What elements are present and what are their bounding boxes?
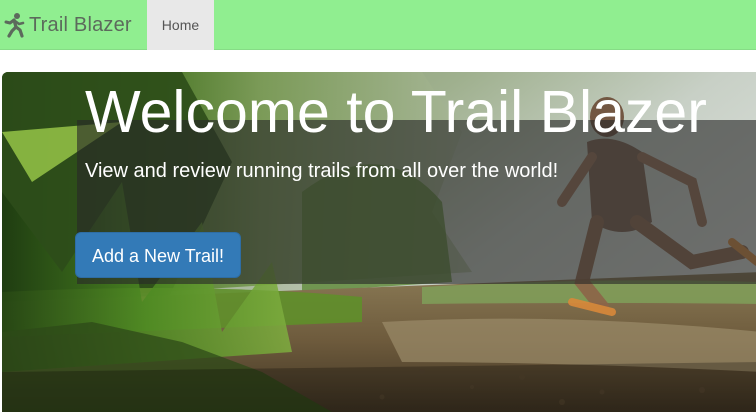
brand-link[interactable]: Trail Blazer (0, 0, 147, 50)
add-trail-button[interactable]: Add a New Trail! (75, 232, 241, 278)
hero-subtitle: View and review running trails from all … (85, 160, 559, 182)
brand-text: Trail Blazer (29, 13, 132, 36)
hero-title: Welcome to Trail Blazer (85, 79, 707, 145)
running-person-icon (4, 13, 25, 38)
nav-item-home[interactable]: Home (146, 0, 215, 50)
navbar: Trail Blazer Home (0, 0, 756, 50)
